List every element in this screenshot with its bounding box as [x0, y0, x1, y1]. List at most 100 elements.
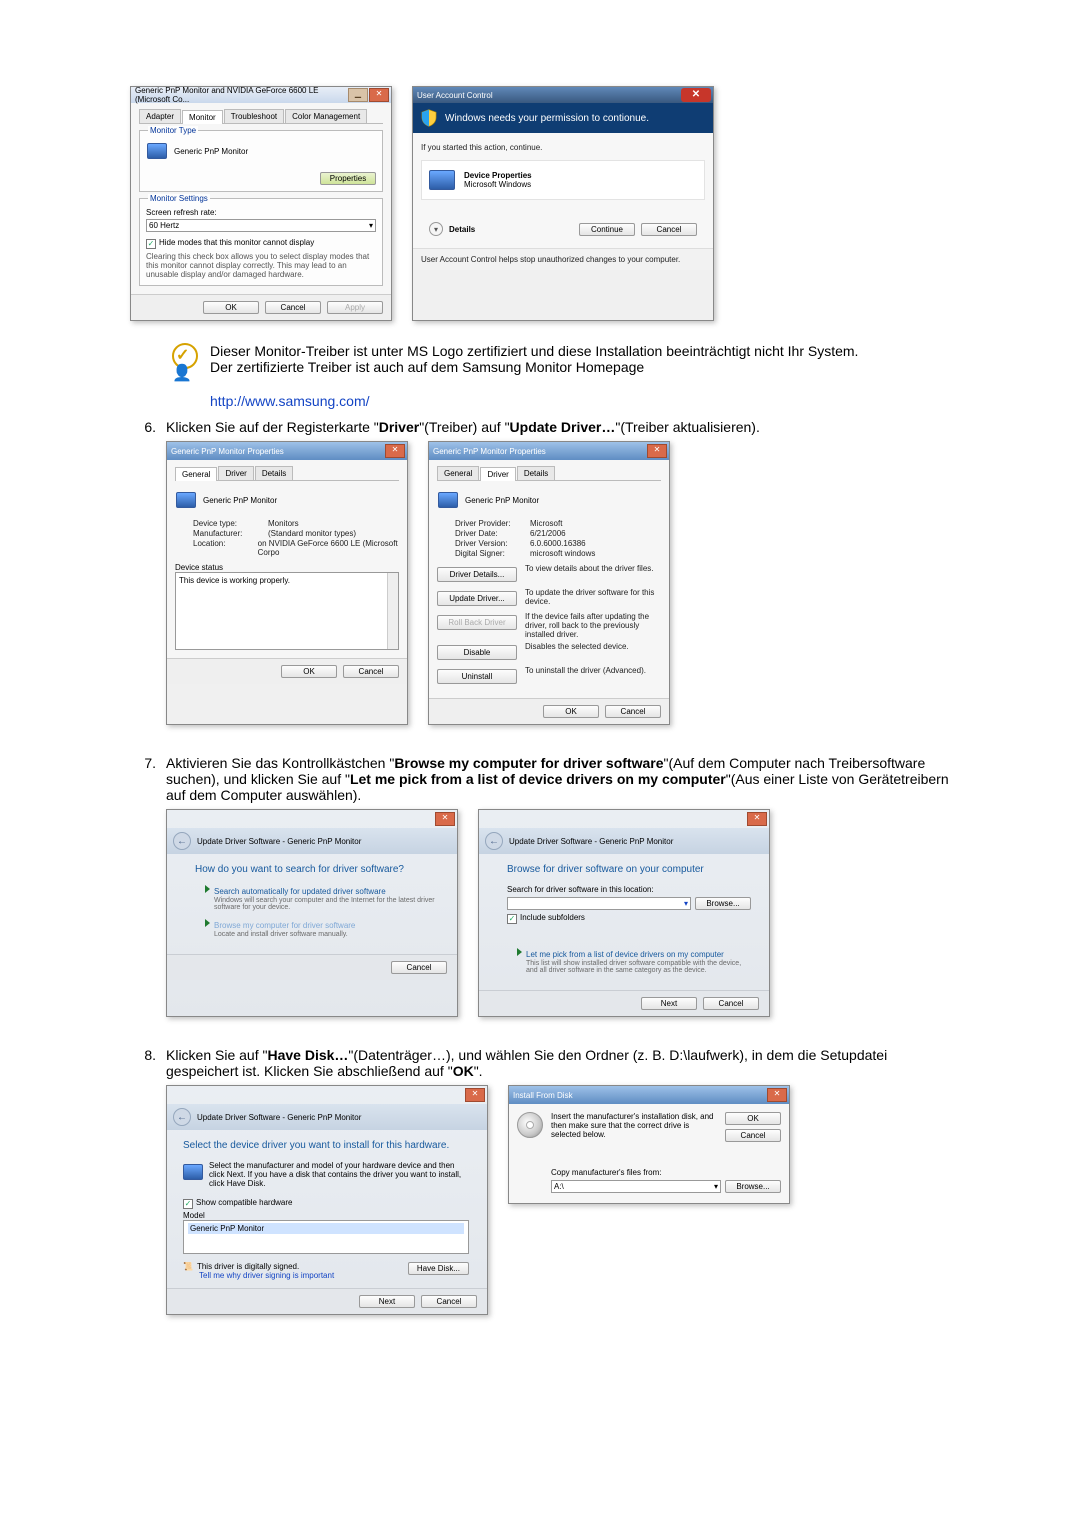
tab-driver[interactable]: Driver [218, 466, 253, 480]
tab-general[interactable]: General [437, 466, 479, 480]
step-8: 8. Klicken Sie auf "Have Disk…"(Datenträ… [130, 1047, 950, 1315]
continue-button[interactable]: Continue [579, 223, 635, 236]
option-title: Browse my computer for driver software [214, 921, 355, 930]
monitor-icon [175, 489, 197, 511]
next-button[interactable]: Next [641, 997, 697, 1010]
ifd-message: Insert the manufacturer's installation d… [551, 1112, 717, 1139]
include-subfolders-checkbox[interactable]: Include subfolders [507, 913, 751, 924]
drive-select[interactable]: A:\ ▾ [551, 1180, 721, 1193]
step-6: 6. Klicken Sie auf der Registerkarte "Dr… [130, 419, 950, 725]
tab-monitor[interactable]: Monitor [182, 110, 223, 124]
apply-button[interactable]: Apply [327, 301, 383, 314]
device-status-text: This device is working properly. [179, 576, 290, 585]
tab-color-management[interactable]: Color Management [285, 109, 367, 123]
cancel-button[interactable]: Cancel [421, 1295, 477, 1308]
have-disk-button[interactable]: Have Disk... [408, 1262, 469, 1275]
option-let-me-pick[interactable]: Let me pick from a list of device driver… [507, 948, 751, 974]
cancel-button[interactable]: Cancel [605, 705, 661, 718]
close-button[interactable]: ✕ [465, 1088, 485, 1102]
ok-button[interactable]: OK [203, 301, 259, 314]
option-browse-computer[interactable]: Browse my computer for driver software L… [195, 919, 439, 938]
cancel-button[interactable]: Cancel [343, 665, 399, 678]
button-desc: Disables the selected device. [525, 642, 661, 651]
select-driver-wizard: ✕ ← Update Driver Software - Generic PnP… [166, 1085, 488, 1315]
ok-button[interactable]: OK [543, 705, 599, 718]
close-button[interactable]: ✕ [435, 812, 455, 826]
browse-button[interactable]: Browse... [695, 897, 751, 910]
browse-button[interactable]: Browse... [725, 1180, 781, 1193]
minimize-button[interactable]: ▁ [348, 88, 368, 102]
properties-button[interactable]: Properties [320, 172, 376, 185]
cancel-button[interactable]: Cancel [725, 1129, 781, 1142]
show-compatible-checkbox[interactable]: Show compatible hardware [183, 1198, 469, 1209]
update-driver-button[interactable]: Update Driver... [437, 591, 517, 606]
scrollbar[interactable] [387, 573, 398, 649]
close-button[interactable]: ✕ [385, 444, 405, 458]
path-input[interactable]: ▾ [507, 897, 691, 910]
ok-button[interactable]: OK [281, 665, 337, 678]
window-title: User Account Control [417, 91, 493, 100]
hide-modes-checkbox[interactable]: Hide modes that this monitor cannot disp… [146, 238, 376, 249]
breadcrumb: Update Driver Software - Generic PnP Mon… [197, 837, 361, 846]
back-button[interactable]: ← [173, 1108, 191, 1126]
step-text: Aktivieren Sie das Kontrollkästchen "Bro… [166, 755, 950, 803]
next-button[interactable]: Next [359, 1295, 415, 1308]
dialog-body: Adapter Monitor Troubleshoot Color Manag… [131, 103, 391, 294]
cancel-button[interactable]: Cancel [703, 997, 759, 1010]
roll-back-driver-button[interactable]: Roll Back Driver [437, 615, 517, 630]
tab-general[interactable]: General [175, 467, 217, 481]
chevron-down-icon: ▾ [684, 899, 688, 908]
close-button[interactable]: ✕ [681, 88, 711, 102]
cancel-button[interactable]: Cancel [265, 301, 321, 314]
tab-details[interactable]: Details [255, 466, 293, 480]
model-list[interactable]: Generic PnP Monitor [183, 1220, 469, 1254]
tab-troubleshoot[interactable]: Troubleshoot [224, 109, 284, 123]
cancel-button[interactable]: Cancel [391, 961, 447, 974]
uninstall-button[interactable]: Uninstall [437, 669, 517, 684]
program-icon [428, 167, 456, 193]
wizard-subtext: Select the manufacturer and model of you… [209, 1161, 469, 1188]
option-subtitle: Locate and install driver software manua… [214, 931, 439, 938]
close-button[interactable]: ✕ [647, 444, 667, 458]
refresh-rate-value: 60 Hertz [149, 221, 179, 230]
list-item[interactable]: Generic PnP Monitor [188, 1223, 464, 1234]
close-button[interactable]: ✕ [747, 812, 767, 826]
breadcrumb: Update Driver Software - Generic PnP Mon… [509, 837, 673, 846]
location-label: Search for driver software in this locat… [507, 885, 751, 894]
wizard-heading: Browse for driver software on your compu… [507, 864, 751, 875]
window-title: Install From Disk [513, 1091, 573, 1100]
screenshot-row-3: ✕ ← Update Driver Software - Generic PnP… [166, 809, 950, 1017]
monitor-settings-dialog: Generic PnP Monitor and NVIDIA GeForce 6… [130, 86, 392, 321]
checkbox-label: Show compatible hardware [196, 1198, 293, 1207]
note-text: Dieser Monitor-Treiber ist unter MS Logo… [210, 343, 950, 409]
refresh-rate-select[interactable]: 60 Hertz ▾ [146, 219, 376, 232]
samsung-link[interactable]: http://www.samsung.com/ [210, 393, 370, 409]
close-button[interactable]: ✕ [767, 1088, 787, 1102]
copy-from-label: Copy manufacturer's files from: [551, 1168, 781, 1177]
tabs: Adapter Monitor Troubleshoot Color Manag… [139, 109, 383, 124]
wizard-question: How do you want to search for driver sof… [195, 864, 439, 875]
cancel-button[interactable]: Cancel [641, 223, 697, 236]
disc-icon [517, 1112, 543, 1138]
checkbox-label: Include subfolders [520, 913, 585, 922]
button-desc: If the device fails after updating the d… [525, 612, 661, 639]
close-button[interactable]: ✕ [369, 88, 389, 102]
update-driver-wizard-search: ✕ ← Update Driver Software - Generic PnP… [166, 809, 458, 1017]
shield-icon [421, 109, 437, 127]
driver-details-button[interactable]: Driver Details... [437, 567, 517, 582]
certificate-icon: 📜 [183, 1262, 193, 1271]
certification-note: ✓ 👤 Dieser Monitor-Treiber ist unter MS … [166, 343, 950, 409]
button-desc: To view details about the driver files. [525, 564, 661, 573]
tab-adapter[interactable]: Adapter [139, 109, 181, 123]
tab-details[interactable]: Details [517, 466, 555, 480]
option-search-automatically[interactable]: Search automatically for updated driver … [195, 885, 439, 911]
back-button[interactable]: ← [485, 832, 503, 850]
step-7: 7. Aktivieren Sie das Kontrollkästchen "… [130, 755, 950, 1017]
disable-button[interactable]: Disable [437, 645, 517, 660]
ok-button[interactable]: OK [725, 1112, 781, 1125]
tab-driver[interactable]: Driver [480, 467, 515, 481]
why-signing-link[interactable]: Tell me why driver signing is important [199, 1271, 334, 1280]
back-button[interactable]: ← [173, 832, 191, 850]
details-toggle[interactable]: ▾ Details [429, 222, 475, 236]
note-line-2: Der zertifizierte Treiber ist auch auf d… [210, 359, 950, 375]
